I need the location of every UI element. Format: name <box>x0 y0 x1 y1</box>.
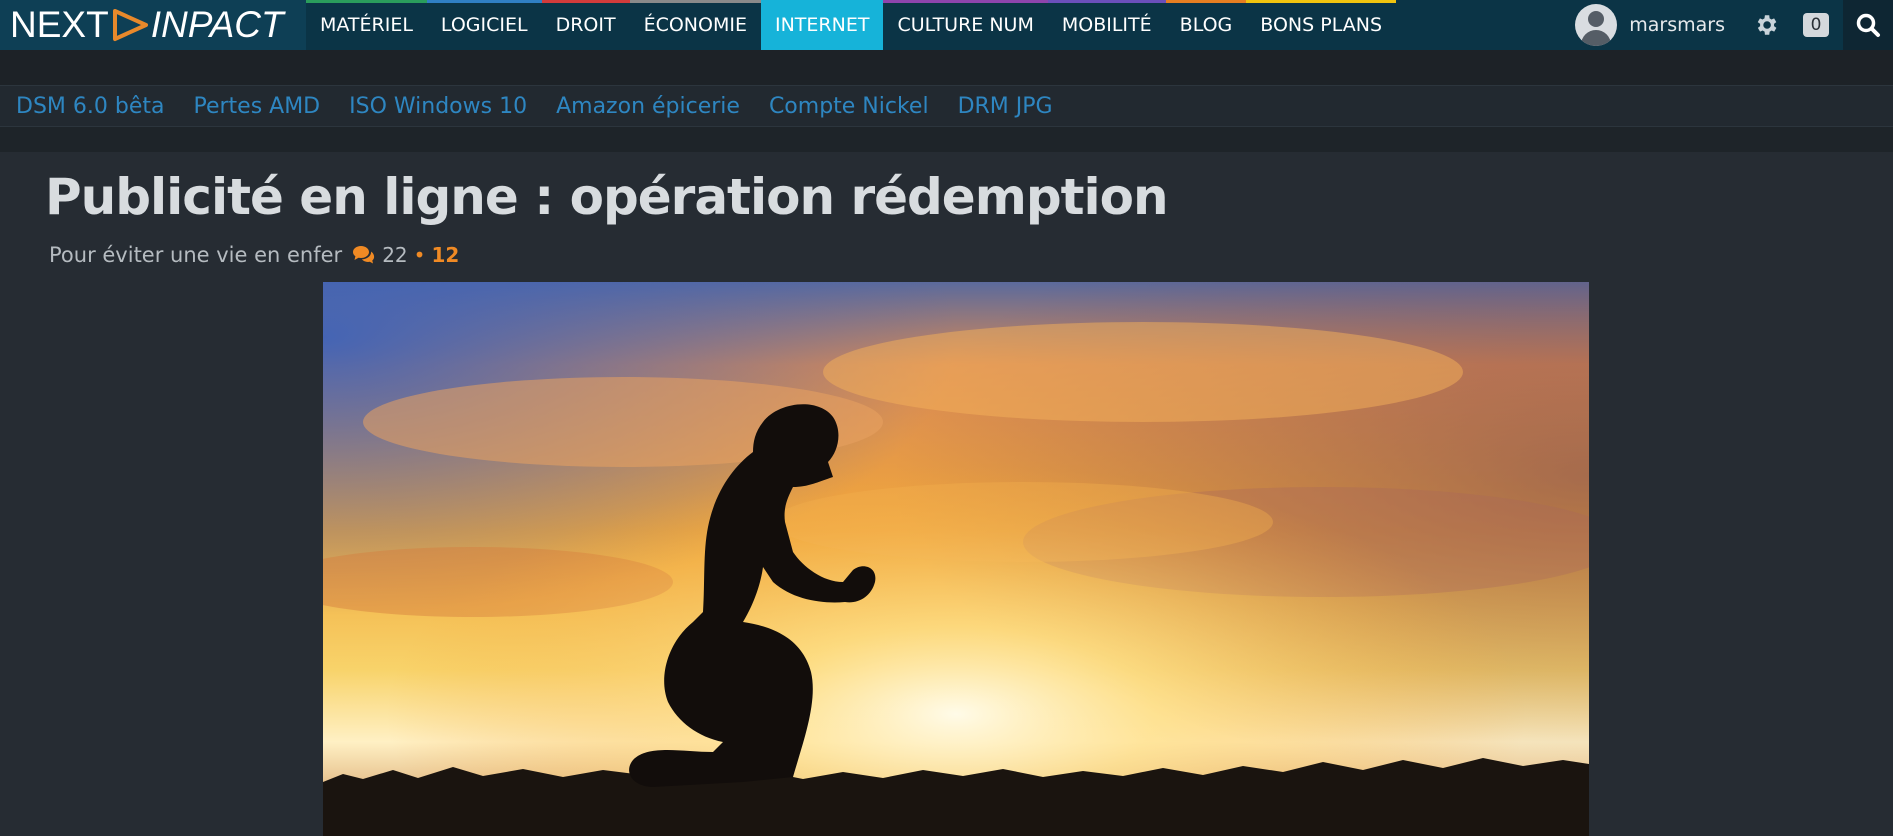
article-subtitle-row: Pour éviter une vie en enfer 22 • 12 <box>49 243 459 267</box>
nav-label: MATÉRIEL <box>320 14 413 36</box>
tag-link[interactable]: Compte Nickel <box>769 94 929 119</box>
nav-color-bar <box>426 0 542 3</box>
nav-item-internet[interactable]: INTERNET <box>760 0 884 50</box>
nav-color-bar <box>306 0 427 3</box>
nav-item-culture-num[interactable]: CULTURE NUM <box>883 0 1048 50</box>
nav-item-bons-plans[interactable]: BONS PLANS <box>1246 0 1396 50</box>
username[interactable]: marsmars <box>1629 14 1725 36</box>
sunset-prayer-illustration <box>323 282 1589 836</box>
site-logo[interactable]: NEXT INPACT <box>0 0 306 50</box>
new-comment-count[interactable]: 12 <box>431 243 459 267</box>
tag-link[interactable]: DSM 6.0 bêta <box>16 94 164 119</box>
nav-label: INTERNET <box>774 14 870 36</box>
article-title: Publicité en ligne : opération rédemptio… <box>45 168 1169 226</box>
nav-item-logiciel[interactable]: LOGICIEL <box>426 0 542 50</box>
tag-link[interactable]: Pertes AMD <box>193 94 320 119</box>
logo-text-next: NEXT <box>10 4 109 45</box>
nav-item-economie[interactable]: ÉCONOMIE <box>629 0 761 50</box>
avatar-body <box>1581 30 1612 46</box>
comment-count[interactable]: 22 <box>382 243 407 267</box>
separator-dot: • <box>413 243 426 267</box>
nav-color-bar <box>760 0 884 3</box>
comments-icon[interactable] <box>352 245 376 265</box>
main-menu: MATÉRIEL LOGICIEL DROIT ÉCONOMIE INTERNE… <box>306 0 1396 50</box>
nav-label: BLOG <box>1179 14 1233 36</box>
nav-spacer <box>1396 0 1572 50</box>
nav-label: CULTURE NUM <box>897 14 1034 36</box>
nav-color-bar <box>629 0 761 3</box>
header-band <box>0 50 1893 85</box>
tag-link[interactable]: DRM JPG <box>958 94 1053 119</box>
nav-label: BONS PLANS <box>1260 14 1382 36</box>
nav-item-materiel[interactable]: MATÉRIEL <box>306 0 427 50</box>
nav-label: LOGICIEL <box>440 14 528 36</box>
notification-count[interactable]: 0 <box>1803 13 1829 37</box>
user-area: marsmars 0 <box>1571 0 1843 50</box>
tag-link[interactable]: Amazon épicerie <box>556 94 740 119</box>
nav-color-bar <box>541 0 630 3</box>
content-band <box>0 127 1893 152</box>
nav-item-droit[interactable]: DROIT <box>541 0 630 50</box>
search-icon <box>1856 13 1880 37</box>
article-hero-image <box>323 282 1589 836</box>
nav-label: ÉCONOMIE <box>643 14 747 36</box>
avatar-head <box>1588 11 1605 27</box>
top-navigation: NEXT INPACT MATÉRIEL LOGICIEL DROIT ÉCON… <box>0 0 1893 50</box>
nav-color-bar <box>1246 0 1396 3</box>
tag-link[interactable]: ISO Windows 10 <box>349 94 527 119</box>
nav-color-bar <box>1165 0 1247 3</box>
article-subtitle: Pour éviter une vie en enfer <box>49 243 343 267</box>
nav-label: MOBILITÉ <box>1061 14 1152 36</box>
play-logo-icon <box>112 9 148 41</box>
nav-color-bar <box>883 0 1048 3</box>
avatar[interactable] <box>1575 4 1618 46</box>
trending-tags: DSM 6.0 bêta Pertes AMD ISO Windows 10 A… <box>0 85 1893 127</box>
gear-icon[interactable] <box>1753 12 1779 38</box>
nav-item-blog[interactable]: BLOG <box>1165 0 1247 50</box>
nav-label: DROIT <box>555 14 616 36</box>
search-button[interactable] <box>1843 0 1893 50</box>
nav-color-bar <box>1047 0 1166 3</box>
nav-item-mobilite[interactable]: MOBILITÉ <box>1047 0 1166 50</box>
logo-text-inpact: INPACT <box>150 4 284 45</box>
